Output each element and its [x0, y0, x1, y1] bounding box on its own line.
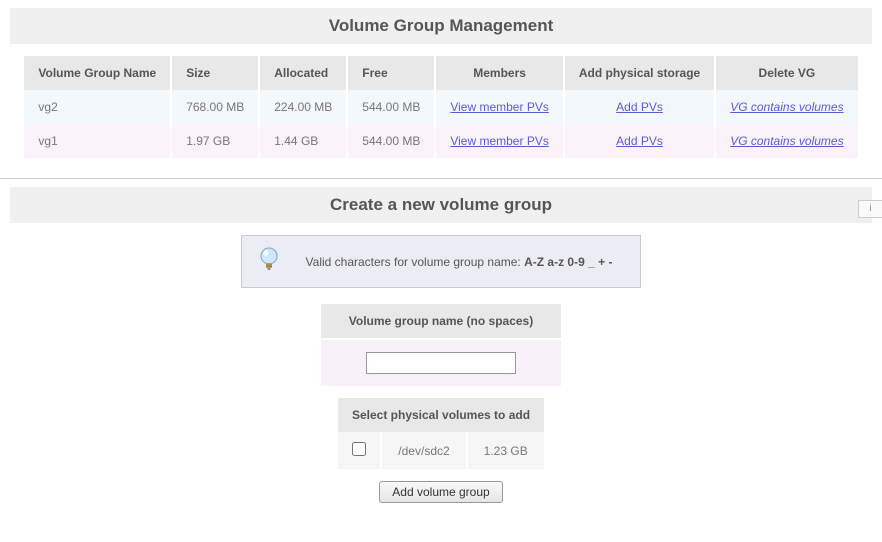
cell-allocated: 1.44 GB [260, 124, 346, 158]
col-free: Free [348, 56, 434, 90]
add-volume-group-button[interactable]: Add volume group [379, 481, 502, 503]
pv-select-label: Select physical volumes to add [338, 398, 543, 432]
col-members: Members [436, 56, 562, 90]
cell-free: 544.00 MB [348, 90, 434, 124]
col-allocated: Allocated [260, 56, 346, 90]
view-members-link[interactable]: View member PVs [450, 134, 548, 148]
col-name: Volume Group Name [24, 56, 170, 90]
info-box: Valid characters for volume group name: … [241, 235, 641, 288]
cell-size: 768.00 MB [172, 90, 258, 124]
lightbulb-icon [258, 246, 280, 277]
pv-select-table: Select physical volumes to add /dev/sdc2… [336, 398, 545, 469]
cell-name: vg2 [24, 90, 170, 124]
divider [0, 178, 882, 179]
view-members-link[interactable]: View member PVs [450, 100, 548, 114]
section-header-management: Volume Group Management [10, 8, 872, 44]
pv-size: 1.23 GB [468, 432, 544, 469]
vg-name-form: Volume group name (no spaces) [321, 302, 561, 388]
table-row: /dev/sdc2 1.23 GB [338, 432, 543, 469]
add-pvs-link[interactable]: Add PVs [616, 134, 663, 148]
info-prefix: Valid characters for volume group name: [306, 255, 525, 269]
col-delete: Delete VG [716, 56, 857, 90]
heading-create: Create a new volume group [10, 195, 872, 215]
info-chars: A-Z a-z 0-9 _ + - [524, 255, 612, 269]
delete-vg-link[interactable]: VG contains volumes [730, 134, 843, 148]
vg-name-input[interactable] [366, 352, 516, 374]
col-size: Size [172, 56, 258, 90]
cell-name: vg1 [24, 124, 170, 158]
pv-checkbox[interactable] [352, 442, 366, 456]
table-row: vg1 1.97 GB 1.44 GB 544.00 MB View membe… [24, 124, 857, 158]
vg-name-label: Volume group name (no spaces) [321, 304, 561, 338]
cell-allocated: 224.00 MB [260, 90, 346, 124]
volume-group-table: Volume Group Name Size Allocated Free Me… [22, 56, 859, 158]
side-tab[interactable]: i [858, 200, 882, 218]
delete-vg-link[interactable]: VG contains volumes [730, 100, 843, 114]
col-add-storage: Add physical storage [565, 56, 714, 90]
cell-size: 1.97 GB [172, 124, 258, 158]
heading-management: Volume Group Management [10, 16, 872, 36]
section-header-create: Create a new volume group [10, 187, 872, 223]
add-pvs-link[interactable]: Add PVs [616, 100, 663, 114]
info-message: Valid characters for volume group name: … [294, 255, 624, 269]
cell-free: 544.00 MB [348, 124, 434, 158]
pv-device: /dev/sdc2 [382, 432, 465, 469]
table-row: vg2 768.00 MB 224.00 MB 544.00 MB View m… [24, 90, 857, 124]
